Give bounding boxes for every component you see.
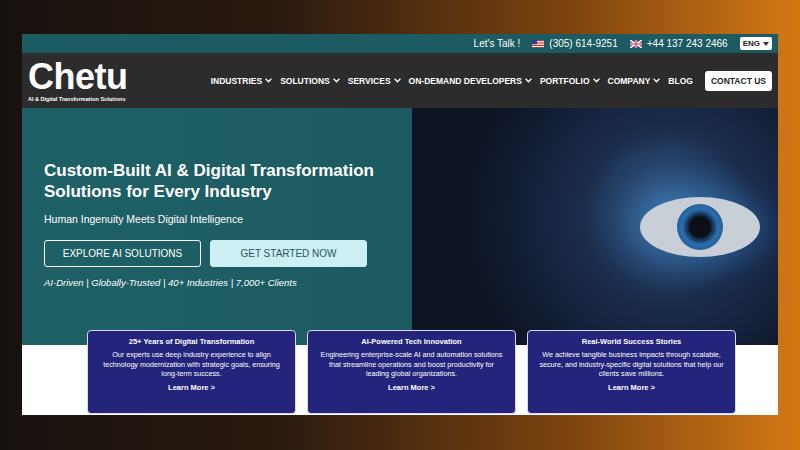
- hero-title: Custom-Built AI & Digital Transformation…: [44, 160, 396, 203]
- menu-item[interactable]: ON-DEMAND DEVELOPERS: [409, 76, 532, 86]
- card-body: Engineering enterprise-scale AI and auto…: [318, 350, 505, 379]
- menu-item[interactable]: SOLUTIONS: [280, 76, 340, 86]
- hero-button[interactable]: EXPLORE AI SOLUTIONS: [44, 240, 201, 267]
- phone-link[interactable]: (305) 614-9251: [532, 38, 617, 49]
- feature-card: 25+ Years of Digital Transformation Our e…: [87, 330, 296, 414]
- card-title: Real-World Success Stories: [538, 337, 725, 346]
- language-select[interactable]: ENG: [740, 37, 772, 50]
- chevron-down-icon: [333, 78, 340, 83]
- menu-item[interactable]: PORTFOLIO: [540, 76, 600, 86]
- hero-content: Custom-Built AI & Digital Transformation…: [22, 108, 412, 345]
- menu-label: INDUSTRIES: [211, 76, 262, 86]
- feature-section: 25+ Years of Digital TransformationOur e…: [22, 345, 778, 415]
- chevron-down-icon: [525, 78, 532, 83]
- menu-label: ON-DEMAND DEVELOPERS: [409, 76, 522, 86]
- menu-label: SERVICES: [348, 76, 391, 86]
- phone-number: +44 137 243 2466: [647, 38, 728, 49]
- card-body: Our experts use deep industry experience…: [98, 350, 285, 379]
- eye-picture: [640, 197, 760, 257]
- us-flag-icon: [532, 40, 544, 48]
- menu-item[interactable]: COMPANY: [608, 76, 661, 86]
- hero-buttons: EXPLORE AI SOLUTIONS GET STARTED NOW: [44, 240, 396, 267]
- main-menu: INDUSTRIES SOLUTIONS SERVICES ON-DEMAND DEV…: [168, 71, 772, 91]
- chevron-down-icon: [265, 78, 272, 83]
- menu-label: COMPANY: [608, 76, 651, 86]
- nav-bar: ChetuAI & Digital Transformation Solutio…: [22, 53, 778, 108]
- website-screenshot: Let's Talk ! (305) 614-9251 +44 137 243 24…: [22, 34, 778, 415]
- feature-cards: 25+ Years of Digital Transformation Our e…: [22, 330, 778, 414]
- hero-tagline: AI-Driven | Globally-Trusted | 40+ Indus…: [44, 277, 396, 288]
- logo-name: Chetu: [28, 59, 158, 95]
- chevron-down-icon: [653, 78, 660, 83]
- top-bar: Let's Talk ! (305) 614-9251 +44 137 243 24…: [22, 34, 778, 53]
- learn-more-link[interactable]: Learn More >: [318, 383, 505, 392]
- card-title: AI-Powered Tech Innovation: [318, 337, 505, 346]
- menu-label: PORTFOLIO: [540, 76, 590, 86]
- card-body: We achieve tangible business impacts thr…: [538, 350, 725, 379]
- menu-item[interactable]: BLOG: [668, 76, 693, 86]
- menu-item[interactable]: INDUSTRIES: [211, 76, 272, 86]
- card-title: 25+ Years of Digital Transformation: [98, 337, 285, 346]
- phone-link[interactable]: +44 137 243 2466: [630, 38, 728, 49]
- talk-prompt: Let's Talk !: [474, 38, 521, 49]
- hero-button[interactable]: GET STARTED NOW: [210, 240, 367, 267]
- learn-more-link[interactable]: Learn More >: [538, 383, 725, 392]
- chevron-down-icon: [593, 78, 600, 83]
- presentation-frame: Let's Talk ! (305) 614-9251 +44 137 243 24…: [0, 0, 800, 450]
- phone-number: (305) 614-9251: [549, 38, 617, 49]
- logo-tagline: AI & Digital Transformation Solutions: [28, 96, 158, 102]
- uk-flag-icon: [630, 40, 642, 48]
- hero-subtitle: Human Ingenuity Meets Digital Intelligen…: [44, 213, 396, 225]
- hero-section: Custom-Built AI & Digital Transformation…: [22, 108, 778, 345]
- hero-image: [412, 108, 778, 345]
- logo[interactable]: ChetuAI & Digital Transformation Solutio…: [28, 59, 158, 102]
- learn-more-link[interactable]: Learn More >: [98, 383, 285, 392]
- dropdown-caret-icon: [763, 42, 769, 46]
- iris-shape: [677, 204, 723, 250]
- language-label: ENG: [743, 39, 760, 48]
- feature-card: AI-Powered Tech Innovation Engineering en…: [307, 330, 516, 414]
- menu-label: BLOG: [668, 76, 693, 86]
- feature-card: Real-World Success Stories We achieve tan…: [527, 330, 736, 414]
- chevron-down-icon: [394, 78, 401, 83]
- contact-button[interactable]: CONTACT US: [705, 71, 772, 91]
- menu-item[interactable]: SERVICES: [348, 76, 401, 86]
- menu-label: SOLUTIONS: [280, 76, 330, 86]
